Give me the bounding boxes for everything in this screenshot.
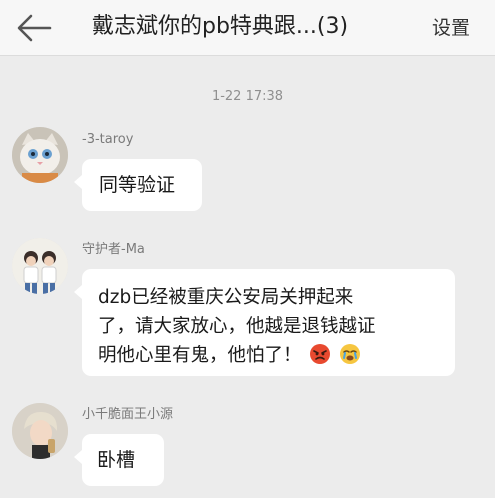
message-bubble: 同等验证 — [74, 159, 202, 211]
angry-face-emoji — [309, 343, 331, 365]
cat-avatar[interactable] — [12, 127, 68, 183]
sender-name: 小千脆面王小源 — [82, 407, 174, 422]
message-text-line: 明他心里有鬼，他怕了！ — [98, 341, 439, 370]
two-people-avatar[interactable] — [12, 238, 68, 294]
message-text: 卧槽 — [97, 449, 136, 471]
message-bubble: dzb已经被重庆公安局关押起来 了，请大家放心，他越是退钱越证 明他心里有鬼，他… — [74, 269, 455, 376]
chat-title: 戴志斌你的pb特典跟...(3) — [92, 14, 349, 39]
back-arrow-icon[interactable] — [14, 10, 54, 46]
message-text: 明他心里有鬼，他怕了！ — [98, 345, 302, 366]
sender-name: 守护者-Ma — [82, 242, 145, 257]
crying-face-emoji — [339, 343, 361, 365]
message-text: 同等验证 — [99, 174, 176, 196]
message-text-line: 了，请大家放心，他越是退钱越证 — [98, 316, 376, 337]
settings-button[interactable]: 设置 — [432, 13, 470, 43]
message-timestamp: 1-22 17:38 — [211, 89, 284, 104]
message-text-line: dzb已经被重庆公安局关押起来 — [98, 287, 354, 308]
message-bubble: 卧槽 — [74, 434, 164, 486]
title-bar: 戴志斌你的pb特典跟...(3) 设置 — [0, 0, 495, 56]
sender-name: -3-taroy — [82, 132, 134, 147]
person-avatar[interactable] — [12, 403, 68, 459]
